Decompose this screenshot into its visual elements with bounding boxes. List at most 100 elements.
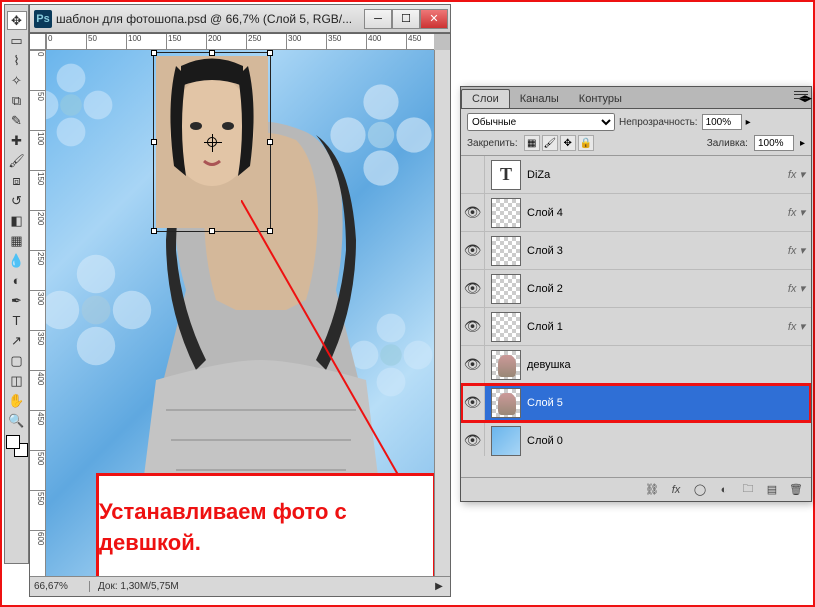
layer-thumbnail[interactable] bbox=[491, 160, 521, 190]
layer-name[interactable]: Слой 2 bbox=[527, 283, 782, 295]
zoom-tool[interactable]: 🔍 bbox=[7, 411, 27, 430]
fg-color-swatch[interactable] bbox=[6, 435, 20, 449]
layer-row[interactable]: DiZafx ▾ bbox=[461, 156, 811, 194]
ruler-horizontal[interactable]: 050100150200250300350400450 bbox=[46, 34, 434, 50]
history-brush-tool[interactable]: ↺ bbox=[7, 191, 27, 210]
adjustment-layer-icon[interactable]: ◐ bbox=[713, 481, 735, 499]
move-tool[interactable]: ✥ bbox=[7, 11, 27, 30]
document-titlebar[interactable]: Ps шаблон для фотошопа.psd @ 66,7% (Слой… bbox=[29, 4, 451, 33]
layer-thumbnail[interactable] bbox=[491, 274, 521, 304]
layer-visibility-icon[interactable]: 👁 bbox=[461, 422, 485, 457]
layer-visibility-icon[interactable]: 👁 bbox=[461, 270, 485, 308]
gradient-tool[interactable]: ▦ bbox=[7, 231, 27, 250]
wand-tool[interactable]: ✧ bbox=[7, 71, 27, 90]
layer-thumbnail[interactable] bbox=[491, 198, 521, 228]
layer-fx-indicator[interactable]: fx ▾ bbox=[782, 168, 811, 181]
layers-list[interactable]: DiZafx ▾👁Слой 4fx ▾👁Слой 3fx ▾👁Слой 2fx … bbox=[461, 156, 811, 456]
layer-thumbnail[interactable] bbox=[491, 426, 521, 456]
layer-thumbnail[interactable] bbox=[491, 312, 521, 342]
layer-row[interactable]: 👁 Слой 5 bbox=[461, 384, 811, 422]
layer-name[interactable]: Слой 0 bbox=[527, 435, 811, 447]
layer-visibility-icon[interactable]: 👁 bbox=[461, 232, 485, 270]
panel-tab-каналы[interactable]: Каналы bbox=[510, 90, 569, 108]
transform-handle[interactable] bbox=[267, 228, 273, 234]
blur-tool[interactable]: 💧 bbox=[7, 251, 27, 270]
layer-mask-icon[interactable]: ◯ bbox=[689, 481, 711, 499]
heal-tool[interactable]: ✚ bbox=[7, 131, 27, 150]
lock-pixels-icon[interactable]: 🖌 bbox=[542, 135, 558, 151]
maximize-button[interactable]: ☐ bbox=[392, 9, 420, 29]
transform-handle[interactable] bbox=[151, 139, 157, 145]
zoom-field[interactable]: 66,67% bbox=[30, 581, 90, 592]
canvas[interactable]: Устанавливаем фото с девшкой. bbox=[46, 50, 434, 576]
lock-transparency-icon[interactable]: ▦ bbox=[524, 135, 540, 151]
fill-input[interactable]: 100% bbox=[754, 135, 794, 151]
transform-handle[interactable] bbox=[209, 228, 215, 234]
lock-position-icon[interactable]: ✥ bbox=[560, 135, 576, 151]
opacity-input[interactable]: 100% bbox=[702, 114, 742, 130]
brush-tool[interactable]: 🖌 bbox=[7, 151, 27, 170]
layer-thumbnail[interactable] bbox=[491, 388, 521, 418]
3d-tool[interactable]: ◫ bbox=[7, 371, 27, 390]
layer-name[interactable]: Слой 5 bbox=[527, 397, 811, 409]
layer-fx-indicator[interactable]: fx ▾ bbox=[782, 244, 811, 257]
layer-name[interactable]: DiZa bbox=[527, 169, 782, 181]
transform-handle[interactable] bbox=[267, 139, 273, 145]
layer-visibility-icon[interactable]: 👁 bbox=[461, 346, 485, 384]
statusbar-arrow-icon[interactable]: ▶ bbox=[432, 581, 446, 592]
path-tool[interactable]: ↗ bbox=[7, 331, 27, 350]
transform-center[interactable] bbox=[207, 137, 217, 147]
layer-thumbnail[interactable] bbox=[491, 236, 521, 266]
layer-fx-icon[interactable]: fx bbox=[665, 481, 687, 499]
layer-visibility-icon[interactable]: 👁 bbox=[461, 308, 485, 346]
minimize-button[interactable]: ─ bbox=[364, 9, 392, 29]
layer-row[interactable]: 👁 Слой 2fx ▾ bbox=[461, 270, 811, 308]
layer-name[interactable]: Слой 3 bbox=[527, 245, 782, 257]
layer-row[interactable]: 👁 Слой 1fx ▾ bbox=[461, 308, 811, 346]
layer-visibility-icon[interactable]: 👁 bbox=[461, 384, 485, 422]
layer-fx-indicator[interactable]: fx ▾ bbox=[782, 320, 811, 333]
link-layers-icon[interactable]: ⛓ bbox=[641, 481, 663, 499]
scrollbar-vertical[interactable] bbox=[434, 50, 450, 576]
layer-fx-indicator[interactable]: fx ▾ bbox=[782, 282, 811, 295]
crop-tool[interactable]: ⧉ bbox=[7, 91, 27, 110]
marquee-tool[interactable]: ▭ bbox=[7, 31, 27, 50]
layer-thumbnail[interactable] bbox=[491, 350, 521, 380]
eyedropper-tool[interactable]: ✎ bbox=[7, 111, 27, 130]
layer-row[interactable]: 👁 Слой 3fx ▾ bbox=[461, 232, 811, 270]
dodge-tool[interactable]: ◐ bbox=[7, 271, 27, 290]
opacity-arrow-icon[interactable]: ▸ bbox=[746, 117, 751, 128]
fill-arrow-icon[interactable]: ▸ bbox=[800, 138, 805, 149]
layer-visibility-icon[interactable]: 👁 bbox=[461, 194, 485, 232]
layer-fx-indicator[interactable]: fx ▾ bbox=[782, 206, 811, 219]
layer-name[interactable]: Слой 1 bbox=[527, 321, 782, 333]
stamp-tool[interactable]: ⧈ bbox=[7, 171, 27, 190]
layer-group-icon[interactable]: 🗀 bbox=[737, 481, 759, 499]
transform-handle[interactable] bbox=[267, 50, 273, 56]
shape-tool[interactable]: ▢ bbox=[7, 351, 27, 370]
transform-bounding-box[interactable] bbox=[153, 52, 271, 232]
transform-handle[interactable] bbox=[151, 228, 157, 234]
layer-row[interactable]: 👁 Слой 4fx ▾ bbox=[461, 194, 811, 232]
panel-tab-слои[interactable]: Слои bbox=[461, 89, 510, 108]
eraser-tool[interactable]: ◧ bbox=[7, 211, 27, 230]
close-button[interactable]: ✕ bbox=[420, 9, 448, 29]
type-tool[interactable]: T bbox=[7, 311, 27, 330]
panel-tab-контуры[interactable]: Контуры bbox=[569, 90, 632, 108]
ruler-vertical[interactable]: 050100150200250300350400450500550600 bbox=[30, 50, 46, 576]
lock-all-icon[interactable]: 🔒 bbox=[578, 135, 594, 151]
delete-layer-icon[interactable]: 🗑 bbox=[785, 481, 807, 499]
ruler-origin[interactable] bbox=[30, 34, 46, 50]
transform-handle[interactable] bbox=[209, 50, 215, 56]
layer-visibility-icon[interactable] bbox=[461, 156, 485, 194]
pen-tool[interactable]: ✒ bbox=[7, 291, 27, 310]
hand-tool[interactable]: ✋ bbox=[7, 391, 27, 410]
layer-name[interactable]: девушка bbox=[527, 359, 811, 371]
transform-handle[interactable] bbox=[151, 50, 157, 56]
color-swatches[interactable] bbox=[6, 435, 28, 457]
lasso-tool[interactable]: ⌇ bbox=[7, 51, 27, 70]
layer-row[interactable]: 👁 девушка bbox=[461, 346, 811, 384]
panel-menu-icon[interactable] bbox=[793, 89, 809, 101]
layer-name[interactable]: Слой 4 bbox=[527, 207, 782, 219]
new-layer-icon[interactable]: ▤ bbox=[761, 481, 783, 499]
